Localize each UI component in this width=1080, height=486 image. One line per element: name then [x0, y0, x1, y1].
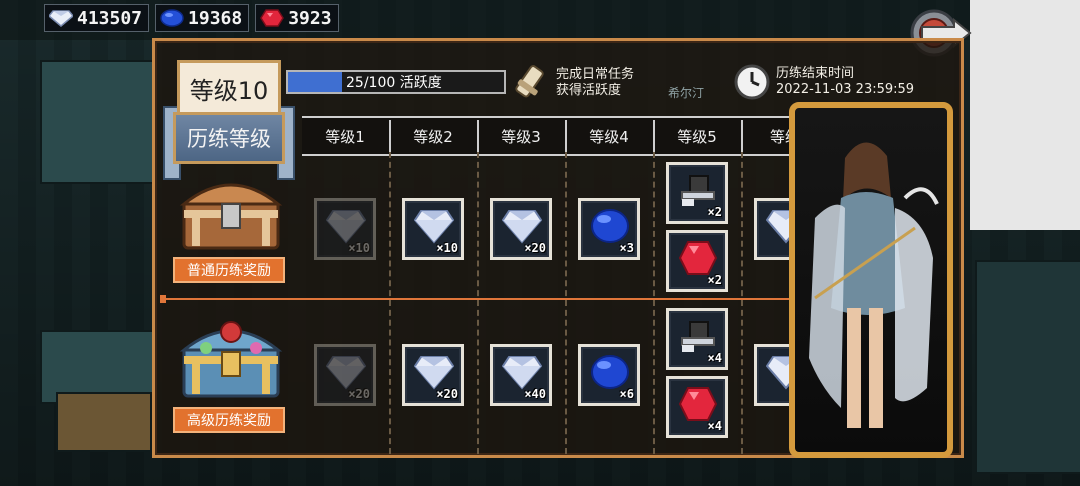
advanced-reward-level-3[interactable]: ×40 — [490, 344, 552, 406]
level-header-row: 等级1 等级2 等级3 等级4 等级5 等级 — [302, 116, 792, 156]
clock-icon — [734, 64, 770, 100]
sapphire-count: 19368 — [188, 7, 243, 29]
level-badge: 等级10 历练等级 — [163, 60, 295, 180]
current-level: 等级10 — [177, 60, 281, 116]
white-diamond-icon — [502, 356, 542, 390]
advanced-reward-level-1[interactable]: ×20 — [314, 344, 376, 406]
level-col-3: 等级3 — [501, 127, 541, 146]
bg-board — [56, 392, 152, 452]
silver-hat-icon — [681, 175, 715, 206]
column-divider — [653, 152, 655, 454]
red-ruby-icon — [678, 241, 718, 275]
activity-progress-text: 25/100 活跃度 — [346, 75, 442, 91]
normal-reward-label: 普通历练奖励 — [173, 257, 285, 283]
npc-name-bg: 希尔汀 — [668, 86, 705, 100]
currency-sapphire: 19368 — [155, 4, 250, 32]
normal-chest[interactable] — [176, 170, 286, 258]
blue-sapphire-icon — [160, 9, 184, 27]
end-time-info: 历练结束时间 2022-11-03 23:59:59 — [734, 64, 914, 100]
ruby-count: 3923 — [288, 7, 332, 29]
advanced-reward-level-5-ruby[interactable]: ×4 — [666, 376, 728, 438]
column-divider — [741, 152, 743, 454]
reward-count: ×10 — [436, 241, 458, 255]
white-diamond-icon — [49, 10, 73, 27]
white-diamond-icon — [326, 356, 366, 390]
reward-count: ×20 — [348, 387, 370, 401]
normal-reward-level-3[interactable]: ×20 — [490, 198, 552, 260]
normal-reward-level-4[interactable]: ×3 — [578, 198, 640, 260]
white-diamond-icon — [326, 210, 366, 244]
reward-count: ×6 — [619, 387, 634, 401]
advanced-reward-label: 高级历练奖励 — [173, 407, 285, 433]
normal-reward-level-5-hat[interactable]: ×2 — [666, 162, 728, 224]
level-title: 历练等级 — [173, 112, 285, 164]
red-ruby-icon — [678, 387, 718, 421]
reward-count: ×40 — [524, 387, 546, 401]
reward-count: ×20 — [436, 387, 458, 401]
red-ruby-icon — [260, 9, 285, 27]
gilded-chest-icon — [179, 321, 283, 398]
reward-count: ×2 — [707, 273, 722, 287]
silver-hat-icon — [681, 321, 715, 352]
character-portrait — [789, 102, 953, 458]
bg-wall-white — [970, 0, 1080, 230]
treasure-chest-icon — [179, 183, 283, 250]
task-line-2: 获得活跃度 — [556, 83, 622, 98]
advanced-reward-level-4[interactable]: ×6 — [578, 344, 640, 406]
bg-right-panel — [975, 260, 1080, 474]
level-col-2: 等级2 — [413, 127, 453, 146]
advanced-reward-level-5-hat[interactable]: ×4 — [666, 308, 728, 370]
end-time-value: 2022-11-03 23:59:59 — [776, 82, 915, 97]
level-col-6: 等级 — [769, 127, 792, 146]
reward-count: ×3 — [619, 241, 634, 255]
normal-reward-level-2[interactable]: ×10 — [402, 198, 464, 260]
character-illustration — [809, 142, 939, 428]
white-diamond-icon — [414, 210, 454, 244]
divider-line — [166, 298, 802, 300]
currency-ruby: 3923 — [255, 4, 339, 32]
normal-reward-level-1[interactable]: ×10 — [314, 198, 376, 260]
advanced-reward-level-2[interactable]: ×20 — [402, 344, 464, 406]
currency-diamond: 413507 — [44, 4, 150, 32]
reward-count: ×20 — [524, 241, 546, 255]
end-time-label: 历练结束时间 — [776, 66, 855, 81]
level-col-1: 等级1 — [325, 127, 365, 146]
reward-row-divider — [160, 295, 808, 303]
scroll-icon — [515, 65, 544, 98]
column-divider — [565, 152, 567, 454]
diamond-count: 413507 — [77, 7, 143, 29]
daily-task-hint[interactable]: 完成日常任务 获得活跃度 — [514, 64, 634, 102]
advanced-chest[interactable] — [176, 312, 286, 406]
reward-count: ×2 — [707, 205, 722, 219]
normal-reward-level-5-ruby[interactable]: ×2 — [666, 230, 728, 292]
blue-sapphire-icon — [591, 209, 629, 243]
level-col-4: 等级4 — [589, 127, 629, 146]
column-divider — [389, 152, 391, 454]
reward-count: ×4 — [707, 351, 722, 365]
bg-shelf — [40, 60, 154, 184]
task-line-1: 完成日常任务 — [556, 67, 635, 82]
currency-bar: 413507 19368 3923 — [44, 4, 339, 32]
level-col-5: 等级5 — [677, 127, 717, 146]
white-diamond-icon — [502, 210, 542, 244]
reward-count: ×10 — [348, 241, 370, 255]
activity-progress-bar: 25/100 活跃度 — [286, 70, 506, 94]
column-divider — [477, 152, 479, 454]
reward-count: ×4 — [707, 419, 722, 433]
white-diamond-icon — [414, 356, 454, 390]
blue-sapphire-icon — [591, 355, 629, 389]
